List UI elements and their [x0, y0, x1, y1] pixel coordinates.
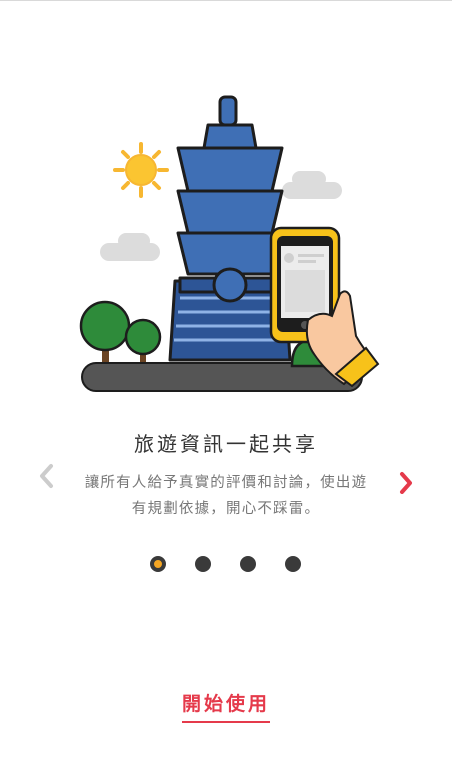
tree-icon — [79, 300, 162, 364]
next-slide-button[interactable] — [392, 458, 422, 494]
start-button[interactable]: 開始使用 — [166, 689, 286, 729]
top-divider — [0, 0, 452, 1]
taipei-101-phone-illustration — [79, 95, 380, 392]
chevron-right-icon — [400, 472, 412, 494]
onboarding-title: 旅遊資訊一起共享 — [134, 432, 318, 456]
pagination-dots — [0, 556, 452, 574]
onboarding-description: 讓所有人給予真實的評價和討論，使出遊有規劃依據，開心不踩雷。 — [84, 475, 368, 517]
page-dot-3[interactable] — [240, 556, 256, 572]
sun-icon — [113, 142, 169, 198]
page-dot-4[interactable] — [285, 556, 301, 572]
prev-slide-button[interactable] — [32, 458, 62, 494]
page-dot-1[interactable] — [150, 556, 166, 572]
start-button-label: 開始使用 — [181, 689, 270, 723]
chevron-left-icon — [40, 464, 53, 488]
page-dot-2[interactable] — [195, 556, 211, 572]
